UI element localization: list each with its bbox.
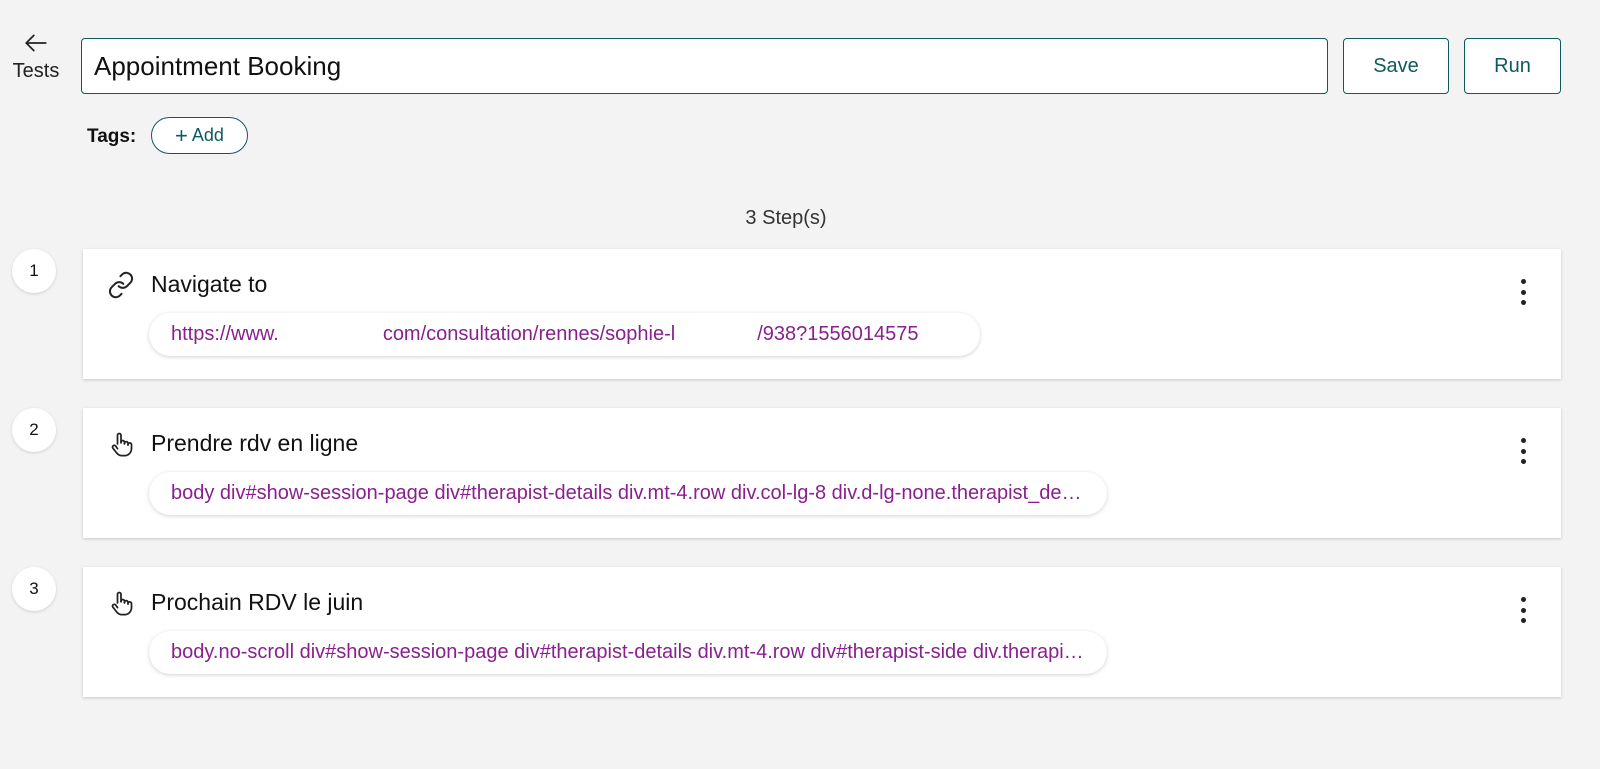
- url-part: com/consultation/rennes/sophie-l: [382, 323, 676, 345]
- redacted-block: [278, 323, 383, 346]
- step-target-selector[interactable]: body div#show-session-page div#therapist…: [149, 472, 1107, 515]
- more-options-icon[interactable]: [1513, 438, 1533, 464]
- back-label: Tests: [12, 60, 60, 82]
- redacted-block: [675, 323, 758, 346]
- step-card[interactable]: Prochain RDV le juin body.no-scroll div#…: [83, 567, 1561, 697]
- more-options-icon[interactable]: [1513, 597, 1533, 623]
- save-button[interactable]: Save: [1343, 38, 1449, 94]
- step-title: Prochain RDV le juin: [151, 589, 364, 615]
- add-tag-label: Add: [191, 125, 224, 145]
- step-title: Navigate to: [151, 271, 268, 297]
- test-title-input[interactable]: [81, 38, 1328, 94]
- step-target-selector[interactable]: body.no-scroll div#show-session-page div…: [149, 631, 1107, 674]
- plus-icon: +: [175, 122, 188, 148]
- step-number: 2: [12, 408, 56, 452]
- back-to-tests-button[interactable]: Tests: [8, 30, 64, 92]
- step-card[interactable]: Navigate to https://www. com/consultatio…: [83, 249, 1561, 379]
- selector-text: body.no-scroll div#show-session-page div…: [171, 641, 1085, 663]
- step-title: Prendre rdv en ligne: [151, 430, 359, 456]
- step-number: 3: [12, 567, 56, 611]
- arrow-left-icon: [25, 34, 47, 52]
- pointer-hand-icon: [111, 591, 133, 616]
- step-number: 1: [12, 249, 56, 293]
- run-button[interactable]: Run: [1464, 38, 1561, 94]
- pointer-hand-icon: [111, 432, 133, 457]
- selector-text: body div#show-session-page div#therapist…: [171, 482, 1085, 504]
- tags-label: Tags:: [87, 126, 137, 147]
- step-target-url[interactable]: https://www. com/consultation/rennes/sop…: [149, 313, 980, 356]
- add-tag-button[interactable]: + Add: [151, 117, 248, 154]
- url-part: /938?1556014575: [757, 323, 919, 345]
- link-icon: [109, 271, 133, 299]
- url-part: https://www.: [171, 323, 279, 345]
- more-options-icon[interactable]: [1513, 279, 1533, 305]
- step-card[interactable]: Prendre rdv en ligne body div#show-sessi…: [83, 408, 1561, 538]
- step-count: 3 Step(s): [745, 207, 827, 229]
